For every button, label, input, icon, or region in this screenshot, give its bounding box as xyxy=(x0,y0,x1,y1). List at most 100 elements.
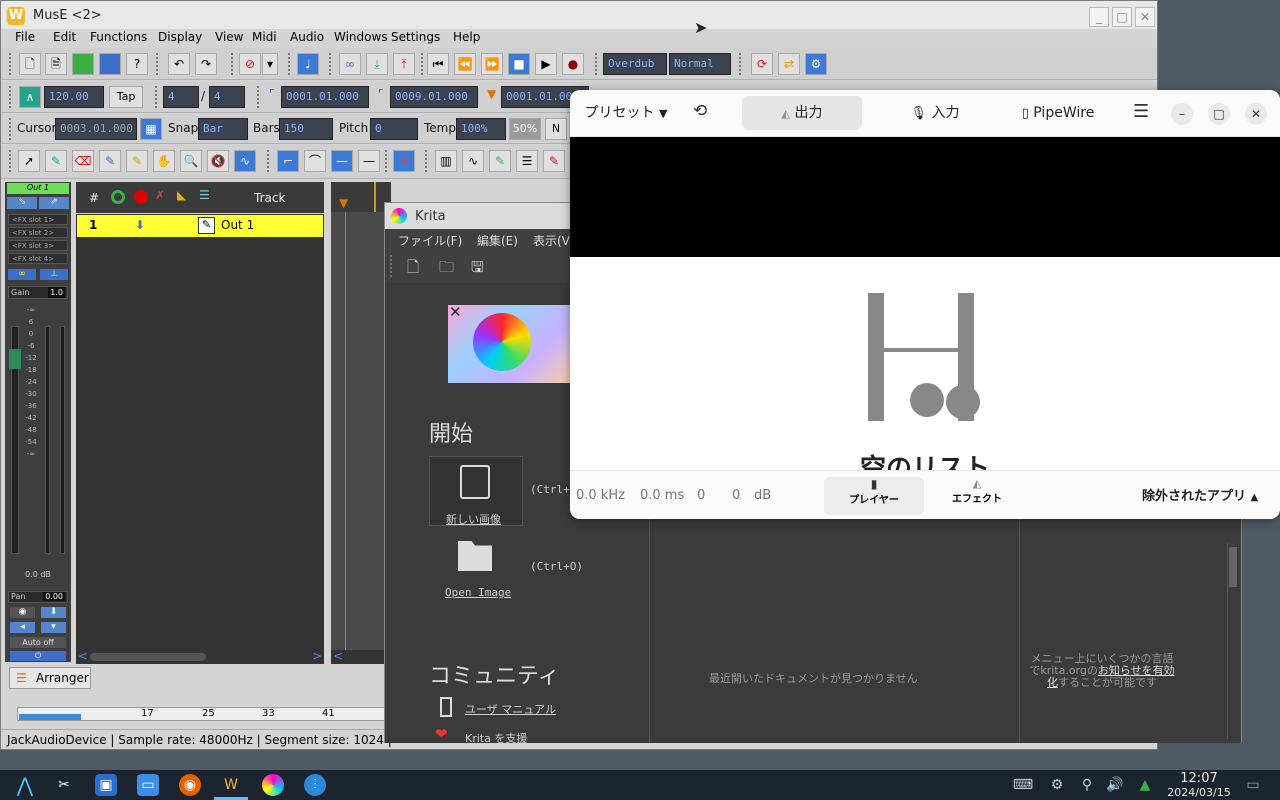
track-arrow-icon[interactable]: ⬇ xyxy=(135,218,145,232)
cursor-field[interactable]: 0003.01.000 xyxy=(55,118,137,140)
menu-edit[interactable]: Edit xyxy=(53,30,76,44)
save-document-icon[interactable]: 🖫 xyxy=(471,257,484,282)
undo-icon[interactable]: ↶ xyxy=(168,53,190,75)
list-editor-icon[interactable]: ☰ xyxy=(516,150,538,172)
grid-icon[interactable]: ▦ xyxy=(140,118,162,140)
krita-taskbar-icon[interactable] xyxy=(262,774,284,796)
automation-tool-icon[interactable]: ∿ xyxy=(234,150,256,172)
metronome-icon[interactable]: ♩ xyxy=(297,53,319,75)
record-icon[interactable]: ● xyxy=(562,53,584,75)
maximize-button[interactable]: □ xyxy=(1208,103,1230,125)
cycle-mode-select[interactable]: Normal xyxy=(669,53,731,75)
pan-control[interactable]: Pan 0.00 xyxy=(8,591,68,603)
scroll-thumb[interactable] xyxy=(1229,547,1237,587)
pitch-spinbox[interactable]: 0 xyxy=(370,118,418,140)
menu-audio[interactable]: Audio xyxy=(290,30,324,44)
mute-icon[interactable]: ◉ xyxy=(10,607,35,618)
support-link[interactable]: Krita を支援 xyxy=(465,730,527,746)
store-icon[interactable]: ▣ xyxy=(95,774,117,796)
score-editor-icon[interactable]: ✎ xyxy=(543,150,565,172)
muse-taskbar-icon[interactable]: W xyxy=(220,774,242,796)
open-folder-icon[interactable] xyxy=(72,53,94,75)
play-icon[interactable]: ▶ xyxy=(535,53,557,75)
tab-effects[interactable]: ◭ エフェクト xyxy=(927,477,1027,515)
tracklist-scrollbar[interactable]: < > xyxy=(76,649,324,664)
pencil-tool-icon[interactable]: ✎ xyxy=(45,150,67,172)
rewind-icon[interactable]: ⏪ xyxy=(454,53,476,75)
save-icon[interactable] xyxy=(99,53,121,75)
pianoroll-icon[interactable]: ▥ xyxy=(435,150,457,172)
volume-icon[interactable]: 🔊 xyxy=(1104,774,1126,796)
track-row[interactable]: 1 ⬇ ✎ Out 1 xyxy=(76,214,324,238)
loop-icon[interactable]: ∞ xyxy=(339,53,361,75)
snap-select[interactable]: Bar xyxy=(198,118,248,140)
firefox-icon[interactable]: ◉ xyxy=(179,774,201,796)
monitor-icon[interactable]: ▾ xyxy=(41,622,66,633)
curve-tool-icon[interactable]: ⌒ xyxy=(304,150,326,172)
splitter[interactable] xyxy=(326,182,330,664)
menu-help[interactable]: Help xyxy=(453,30,480,44)
start-menu-icon[interactable]: ⋀ xyxy=(14,774,36,796)
sync-icon[interactable]: ⇄ xyxy=(778,53,800,75)
fader-handle[interactable] xyxy=(9,349,21,369)
easyeffects-taskbar-icon[interactable]: ⫶ xyxy=(304,774,326,796)
hand-tool-icon[interactable]: ✋ xyxy=(153,150,175,172)
close-button[interactable]: ✕ xyxy=(1135,7,1155,27)
menu-midi[interactable]: Midi xyxy=(252,30,277,44)
krita-menu-edit[interactable]: 編集(E) xyxy=(477,232,518,249)
open-image-link[interactable]: Open Image xyxy=(445,586,511,599)
open-document-icon[interactable]: 🗀 xyxy=(439,257,454,282)
cut-tool-icon[interactable]: ✎ xyxy=(99,150,121,172)
krita-menu-view[interactable]: 表示(V xyxy=(533,232,570,249)
panic-dropdown-icon[interactable]: ▾ xyxy=(262,53,278,75)
arranger-tab[interactable]: ☰ Arranger xyxy=(9,667,91,689)
punch-in-icon[interactable]: ⤓ xyxy=(366,53,388,75)
left-marker-field[interactable]: 0001.01.000 xyxy=(281,86,369,108)
clock[interactable]: 12:07 2024/03/15 xyxy=(1164,772,1234,800)
keyboard-icon[interactable]: ⌨ xyxy=(1012,774,1034,796)
open-image-icon[interactable] xyxy=(458,541,492,571)
panic-icon[interactable]: ⊘ xyxy=(239,53,261,75)
scroll-left-icon[interactable]: < xyxy=(333,649,343,663)
line-tool-icon[interactable]: — xyxy=(331,150,353,172)
new-file-icon[interactable]: 🗋 xyxy=(19,53,41,75)
minimize-button[interactable]: – xyxy=(1171,103,1193,125)
record-mode-select[interactable]: Overdub xyxy=(603,53,667,75)
tab-pipewire[interactable]: ▯ PipeWire xyxy=(998,96,1118,130)
file-manager-icon[interactable]: ▭ xyxy=(137,774,159,796)
redo-icon[interactable]: ↷ xyxy=(195,53,217,75)
minimize-button[interactable]: _ xyxy=(1089,7,1109,27)
network-icon[interactable]: ⚲ xyxy=(1076,774,1098,796)
pointer-tool-icon[interactable]: ➚ xyxy=(18,150,40,172)
track-name[interactable]: Out 1 xyxy=(221,218,254,232)
updates-icon[interactable]: ▲ xyxy=(1134,774,1156,796)
stop-edit-icon[interactable]: ✕ xyxy=(393,150,415,172)
new-document-icon[interactable]: 🗋 xyxy=(407,257,419,282)
fx-slot[interactable]: <FX slot 4> xyxy=(8,253,68,264)
preset-menu[interactable]: プリセット ▼ xyxy=(576,96,676,130)
show-desktop-icon[interactable]: ▭ xyxy=(1242,774,1264,796)
tempo-icon[interactable]: ∧ xyxy=(19,86,41,108)
glue-tool-icon[interactable]: ✎ xyxy=(126,150,148,172)
sig-num-spinbox[interactable]: 4 xyxy=(163,86,199,108)
banner-close-icon[interactable]: ✕ xyxy=(449,303,462,321)
tab-output[interactable]: ◭ 出力 xyxy=(742,96,862,130)
scroll-left-icon[interactable]: < xyxy=(78,649,88,663)
volume-fader[interactable] xyxy=(9,326,21,554)
menu-view[interactable]: View xyxy=(215,30,243,44)
tempo-spinbox[interactable]: 120.00 xyxy=(44,86,104,108)
settings-tools-icon[interactable]: ✂ xyxy=(53,774,75,796)
tap-button[interactable]: Tap xyxy=(109,86,143,108)
restart-icon[interactable]: ⟳ xyxy=(751,53,773,75)
zoom-tool-icon[interactable]: 🔍 xyxy=(180,150,202,172)
user-manual-link[interactable]: ユーザ マニュアル xyxy=(465,701,556,717)
drum-editor-icon[interactable]: ✎ xyxy=(489,150,511,172)
punch-out-icon[interactable]: ⤒ xyxy=(393,53,415,75)
scroll-thumb[interactable] xyxy=(90,653,206,661)
fx-slot[interactable]: <FX slot 1> xyxy=(8,214,68,225)
power-icon[interactable]: ⏻ xyxy=(10,651,66,661)
eraser-tool-icon[interactable]: ⌫ xyxy=(72,150,94,172)
zoom-button[interactable]: 50% xyxy=(509,118,541,140)
range-tool-icon[interactable]: ⌐ xyxy=(277,150,299,172)
wave-editor-icon[interactable]: ∿ xyxy=(462,150,484,172)
